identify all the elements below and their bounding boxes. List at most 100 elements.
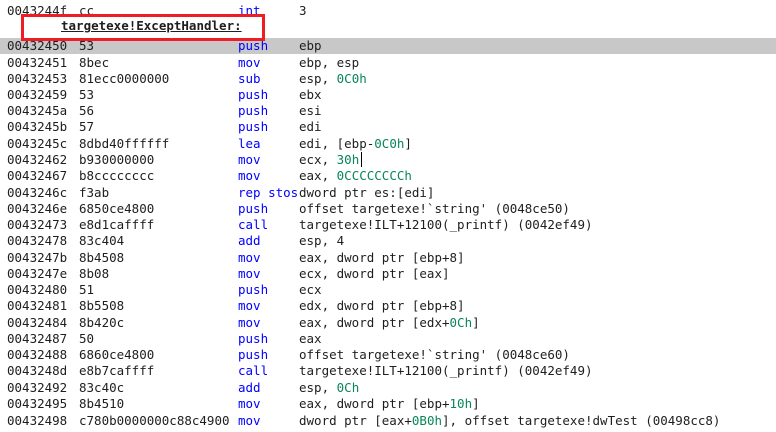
hex-literal: 0CCCCCCCCh: [336, 168, 412, 183]
operand-text: esp, 4: [299, 233, 345, 248]
opcode-bytes: 6850ce4800: [79, 201, 155, 216]
operands: edx, dword ptr [ebp+8]: [299, 298, 465, 314]
instruction-row[interactable]: 00432451 8bec mov ebp, esp: [0, 55, 776, 71]
operands: ebx: [299, 87, 322, 103]
mnemonic: push: [238, 347, 269, 362]
instruction-row[interactable]: 0043245b 57 push edi: [0, 119, 776, 135]
address: 0043246e: [7, 201, 68, 216]
operands: ecx: [299, 282, 322, 298]
mnemonic: call: [238, 217, 269, 232]
address: 00432492: [7, 380, 68, 395]
symbol-highlight-box: targetexe!ExceptHandler:: [21, 14, 265, 41]
instruction-row[interactable]: 0043248d e8b7caffff call targetexe!ILT+1210…: [0, 363, 776, 379]
instruction-row[interactable]: 00432467 b8cccccccc mov eax, 0CCCCCCCCh: [0, 168, 776, 184]
instruction-row[interactable]: 00432492 83c40c add esp, 0Ch: [0, 380, 776, 396]
operand-text: edx, dword ptr [ebp+8]: [299, 298, 465, 313]
operand-text: eax, dword ptr [ebp+: [299, 396, 450, 411]
operands: ecx, 30h: [299, 152, 359, 168]
operand-text: eax: [299, 331, 322, 346]
operands: ecx, dword ptr [eax]: [299, 266, 450, 282]
opcode-bytes: 53: [79, 87, 95, 102]
opcode-bytes: 81ecc0000000: [79, 71, 170, 86]
instruction-row[interactable]: 0043245a 56 push esi: [0, 103, 776, 119]
address: 0043247e: [7, 266, 68, 281]
mnemonic: mov: [238, 55, 261, 70]
address: 00432498: [7, 413, 68, 428]
operand-text: ecx,: [299, 152, 337, 167]
operand-text: eax, dword ptr [ebp+8]: [299, 250, 465, 265]
operands: eax: [299, 331, 322, 347]
mnemonic: push: [238, 87, 269, 102]
operand-text: offset targetexe!`string' (0048ce50): [299, 201, 570, 216]
operand-text: targetexe!ILT+12100(_printf) (0042ef49): [299, 363, 593, 378]
operand-text: esi: [299, 103, 322, 118]
opcode-bytes: 83c40c: [79, 380, 125, 395]
instruction-row[interactable]: 00432462 b930000000 mov ecx, 30h: [0, 152, 776, 168]
address: 00432453: [7, 71, 68, 86]
operands: offset targetexe!`string' (0048ce50): [299, 201, 570, 217]
address: 0043245b: [7, 119, 68, 134]
instruction-row[interactable]: 00432488 6860ce4800 push offset targetexe!`…: [0, 347, 776, 363]
operand-text: ecx: [299, 282, 322, 297]
address: 00432467: [7, 168, 68, 183]
operands: edi, [ebp-0C0h]: [299, 136, 412, 152]
opcode-bytes: 83c404: [79, 233, 125, 248]
instruction-row[interactable]: 0043247b 8b4508 mov eax, dword ptr [ebp+8]: [0, 250, 776, 266]
operand-text: ebx: [299, 87, 322, 102]
instruction-row[interactable]: 0043245c 8dbd40ffffff lea edi, [ebp-0C0h]: [0, 136, 776, 152]
mnemonic: rep stos: [238, 185, 299, 200]
operand-text: esp,: [299, 71, 337, 86]
address: 00432473: [7, 217, 68, 232]
address: 00432459: [7, 87, 68, 102]
opcode-bytes: c780b0000000c88c4900: [79, 413, 230, 428]
instruction-row[interactable]: 0043246c f3ab rep stos dword ptr es:[edi]: [0, 185, 776, 201]
instruction-row[interactable]: 00432473 e8d1caffff call targetexe!ILT+1210…: [0, 217, 776, 233]
mnemonic: push: [238, 103, 269, 118]
mnemonic: add: [238, 233, 261, 248]
instruction-row[interactable]: 00432459 53 push ebx: [0, 87, 776, 103]
mnemonic: mov: [238, 152, 261, 167]
mnemonic: push: [238, 119, 269, 134]
hex-literal: 10h: [449, 396, 473, 411]
opcode-bytes: f3ab: [79, 185, 110, 200]
opcode-bytes: e8d1caffff: [79, 217, 155, 232]
operand-text: targetexe!ILT+12100(_printf) (0042ef49): [299, 217, 593, 232]
operand-text: 3: [299, 3, 307, 18]
instruction-row[interactable]: 00432478 83c404 add esp, 4: [0, 233, 776, 249]
operand-text: edi, [ebp-: [299, 136, 375, 151]
operand-text: esp,: [299, 380, 337, 395]
operand-text: dword ptr [eax+: [299, 413, 412, 428]
operands: eax, dword ptr [ebp+8]: [299, 250, 465, 266]
instruction-row[interactable]: 00432495 8b4510 mov eax, dword ptr [ebp+10h…: [0, 396, 776, 412]
operand-text: ebp, esp: [299, 55, 360, 70]
operands: ebp, esp: [299, 55, 359, 71]
hex-literal: 0Ch: [336, 380, 360, 395]
mnemonic: mov: [238, 315, 261, 330]
address: 0043248d: [7, 363, 68, 378]
address: 00432478: [7, 233, 68, 248]
instruction-row[interactable]: 0043246e 6850ce4800 push offset targetexe!`…: [0, 201, 776, 217]
operand-text: dword ptr es:[edi]: [299, 185, 435, 200]
operands: esp, 0C0h: [299, 71, 367, 87]
opcode-bytes: 50: [79, 331, 95, 346]
instruction-row[interactable]: 0043247e 8b08 mov ecx, dword ptr [eax]: [0, 266, 776, 282]
opcode-bytes: b930000000: [79, 152, 155, 167]
opcode-bytes: 51: [79, 282, 95, 297]
instruction-row[interactable]: 00432498 c780b0000000c88c4900 mov dword ptr…: [0, 413, 776, 429]
operand-text: ]: [472, 396, 480, 411]
disassembly-view[interactable]: 0043244f cc int 3 00432450 53 push ebp 00432451 8…: [0, 0, 776, 432]
mnemonic: push: [238, 282, 269, 297]
address: 00432488: [7, 347, 68, 362]
opcode-bytes: 6860ce4800: [79, 347, 155, 362]
instruction-row[interactable]: 00432453 81ecc0000000 sub esp, 0C0h: [0, 71, 776, 87]
hex-literal: 0B0h: [411, 413, 442, 428]
operands: esi: [299, 103, 322, 119]
instruction-row[interactable]: 00432487 50 push eax: [0, 331, 776, 347]
opcode-bytes: b8cccccccc: [79, 168, 155, 183]
mnemonic: mov: [238, 266, 261, 281]
instruction-row[interactable]: 00432481 8b5508 mov edx, dword ptr [ebp+8]: [0, 298, 776, 314]
address: 00432480: [7, 282, 68, 297]
mnemonic: mov: [238, 168, 261, 183]
instruction-row[interactable]: 00432480 51 push ecx: [0, 282, 776, 298]
instruction-row[interactable]: 00432484 8b420c mov eax, dword ptr [edx+0Ch…: [0, 315, 776, 331]
